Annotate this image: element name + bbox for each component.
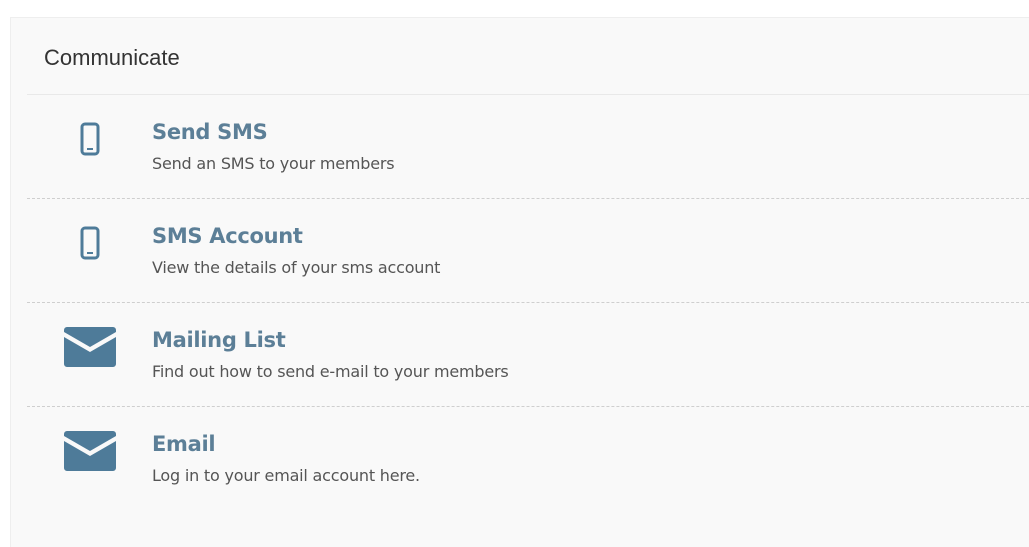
envelope-icon bbox=[63, 325, 117, 369]
communicate-panel: Communicate Send SMS Send an SMS to your… bbox=[10, 17, 1029, 547]
item-description: Send an SMS to your members bbox=[152, 154, 395, 173]
mobile-phone-icon bbox=[63, 221, 117, 265]
list-item-mailing-list[interactable]: Mailing List Find out how to send e-mail… bbox=[27, 303, 1029, 407]
item-title[interactable]: SMS Account bbox=[152, 224, 303, 248]
item-description: Find out how to send e-mail to your memb… bbox=[152, 362, 509, 381]
envelope-icon bbox=[63, 429, 117, 473]
item-title[interactable]: Email bbox=[152, 432, 216, 456]
item-title[interactable]: Mailing List bbox=[152, 328, 286, 352]
communicate-list: Send SMS Send an SMS to your members SMS… bbox=[27, 94, 1029, 510]
item-description: View the details of your sms account bbox=[152, 258, 441, 277]
list-item-email[interactable]: Email Log in to your email account here. bbox=[27, 407, 1029, 510]
list-item-send-sms[interactable]: Send SMS Send an SMS to your members bbox=[27, 95, 1029, 199]
list-item-sms-account[interactable]: SMS Account View the details of your sms… bbox=[27, 199, 1029, 303]
item-description: Log in to your email account here. bbox=[152, 466, 420, 485]
mobile-phone-icon bbox=[63, 117, 117, 161]
panel-title: Communicate bbox=[44, 45, 180, 70]
item-title[interactable]: Send SMS bbox=[152, 120, 268, 144]
